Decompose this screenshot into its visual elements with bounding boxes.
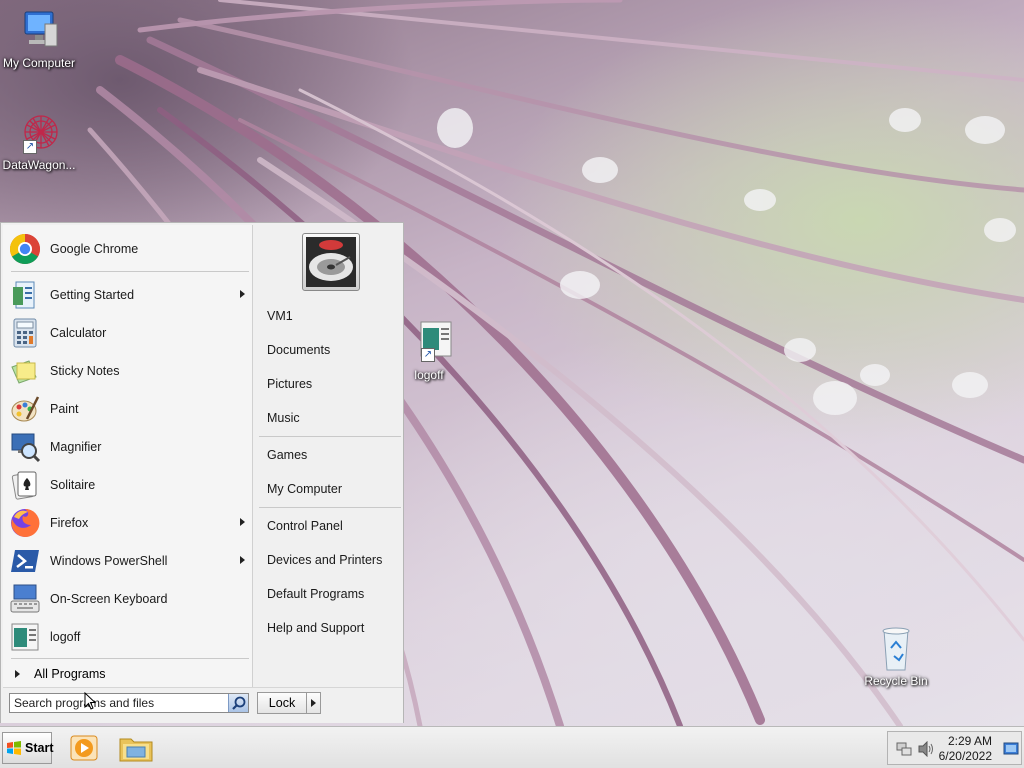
program-item-on-screen-keyboard[interactable]: On-Screen Keyboard [9,581,253,617]
taskbar: Start 2:29 AM 6/20/2022 [0,726,1024,768]
file-explorer-icon[interactable] [118,733,153,763]
keyboard-icon [9,583,41,615]
program-label: Magnifier [50,440,102,454]
desktop-icon-datawagon[interactable]: ↗ DataWagon... [0,110,78,172]
program-label: Getting Started [50,288,135,302]
network-icon[interactable] [896,741,912,757]
volume-icon[interactable] [917,741,935,757]
shortcut-arrow-icon: ↗ [23,140,37,154]
search-icon [232,696,246,710]
separator [259,436,401,437]
separator [11,271,249,272]
datawagon-icon: ↗ [15,110,63,156]
search-button[interactable] [228,694,248,712]
clock-time[interactable]: 2:29 AM [938,734,992,748]
firefox-icon [9,507,41,539]
desktop-icon-label: Recycle Bin [864,674,928,688]
program-item-google-chrome[interactable]: Google Chrome [9,231,253,267]
program-item-calculator[interactable]: Calculator [9,315,253,351]
start-menu: Google Chrome Getting Started Calculator… [0,222,404,723]
computer-icon [15,8,63,54]
desktop-icon-my-computer[interactable]: My Computer [0,8,78,70]
program-label: Calculator [50,326,107,340]
sticky-notes-icon [9,355,41,387]
logoff-icon: ↗ [405,320,453,366]
program-item-firefox[interactable]: Firefox [9,505,253,541]
place-link-my-computer[interactable]: My Computer [267,478,403,500]
place-link-help-and-support[interactable]: Help and Support [267,617,403,639]
program-label: logoff [50,630,81,644]
powershell-icon [9,545,41,577]
lock-button[interactable]: Lock [258,693,306,713]
program-label: Firefox [50,516,89,530]
start-label: Start [25,741,54,755]
search-input[interactable] [10,694,228,712]
lock-control: Lock [257,692,321,714]
program-item-sticky-notes[interactable]: Sticky Notes [9,353,253,389]
expand-arrow-icon [15,670,20,678]
shortcut-arrow-icon: ↗ [421,348,435,362]
getting-started-icon [9,279,41,311]
paint-icon [9,393,41,425]
program-label: Google Chrome [50,242,139,256]
mouse-cursor-icon [84,692,97,710]
place-link-music[interactable]: Music [267,407,403,429]
chrome-icon [9,233,41,265]
place-link-games[interactable]: Games [267,444,403,466]
all-programs-label: All Programs [34,667,106,681]
place-link-control-panel[interactable]: Control Panel [267,515,403,537]
place-link-default-programs[interactable]: Default Programs [267,583,403,605]
system-tray: 2:29 AM 6/20/2022 [887,731,1022,765]
program-label: On-Screen Keyboard [50,592,168,606]
calculator-icon [9,317,41,349]
program-item-logoff[interactable]: logoff [9,619,253,655]
search-box[interactable] [9,693,249,713]
place-link-documents[interactable]: Documents [267,339,403,361]
start-button[interactable]: Start [2,732,54,764]
desktop-icon-recycle-bin[interactable]: Recycle Bin [857,626,935,688]
desktop-icon-label: My Computer [2,56,76,70]
place-link-devices-and-printers[interactable]: Devices and Printers [267,549,403,571]
program-item-magnifier[interactable]: Magnifier [9,429,253,465]
user-picture[interactable] [302,233,360,291]
program-item-windows-powershell[interactable]: Windows PowerShell [9,543,253,579]
separator [11,658,249,659]
separator [259,507,401,508]
all-programs-button[interactable]: All Programs [5,663,253,685]
program-item-paint[interactable]: Paint [9,391,253,427]
program-item-getting-started[interactable]: Getting Started [9,277,253,313]
solitaire-icon [9,469,41,501]
place-link-pictures[interactable]: Pictures [267,373,403,395]
submenu-arrow-icon [240,556,245,564]
logoff-icon [9,621,41,653]
program-label: Solitaire [50,478,96,492]
separator [3,687,403,688]
magnifier-icon [9,431,41,463]
submenu-arrow-icon [240,290,245,298]
user-avatar-icon [306,237,356,287]
recycle-bin-icon [872,626,920,672]
clock-date[interactable]: 6/20/2022 [938,749,992,763]
program-label: Paint [50,402,79,416]
submenu-arrow-icon [240,518,245,526]
shutdown-options-arrow-button[interactable] [306,693,320,713]
start-menu-programs-pane: Google Chrome Getting Started Calculator… [3,225,253,687]
place-link-vm1[interactable]: VM1 [267,305,403,327]
media-player-icon[interactable] [68,733,100,763]
windows-logo-icon [6,740,22,756]
show-desktop-icon[interactable] [1003,741,1019,757]
program-label: Sticky Notes [50,364,120,378]
program-label: Windows PowerShell [50,554,168,568]
program-item-solitaire[interactable]: Solitaire [9,467,253,503]
desktop-icon-label: DataWagon... [2,158,76,172]
